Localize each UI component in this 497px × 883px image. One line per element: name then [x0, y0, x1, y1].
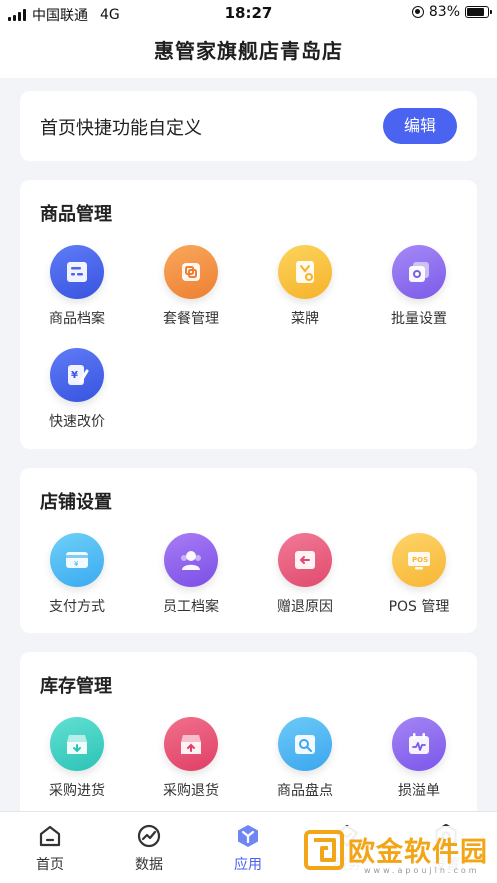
- section-title: 库存管理: [40, 676, 112, 697]
- product-archive-icon: [50, 245, 104, 299]
- app-label: 菜牌: [291, 311, 319, 327]
- app-batch-settings[interactable]: 批量设置: [362, 245, 476, 328]
- staff-icon: [164, 533, 218, 587]
- app-quick-price[interactable]: ¥ 快速改价: [20, 348, 134, 431]
- quick-price-icon: ¥: [50, 348, 104, 402]
- svg-text:¥: ¥: [74, 560, 79, 568]
- app-label: 商品档案: [49, 311, 105, 327]
- svg-text:POS: POS: [412, 556, 428, 564]
- section-product-management: 商品管理 商品档案 套餐管理 菜牌 批量设置 ¥ 快速改价: [20, 180, 477, 449]
- loss-gain-icon: [392, 717, 446, 771]
- stocktake-icon: [278, 717, 332, 771]
- app-return-reason[interactable]: 赠退原因: [248, 533, 362, 616]
- app-purchase-return[interactable]: 采购退货: [134, 717, 248, 800]
- section-inventory-management: 库存管理 采购进货 采购退货 商品盘点 损溢单: [20, 652, 477, 827]
- tab-apps[interactable]: 应用: [198, 822, 298, 874]
- tab-label: 数据: [135, 857, 163, 873]
- app-package-management[interactable]: 套餐管理: [134, 245, 248, 328]
- svg-text:¥: ¥: [71, 370, 78, 381]
- app-stocktake[interactable]: 商品盘点: [248, 717, 362, 800]
- app-label: 损溢单: [398, 783, 440, 799]
- home-icon: [39, 825, 61, 847]
- tab-label: 首页: [36, 857, 64, 873]
- pos-terminal-icon: POS: [392, 533, 446, 587]
- purchase-in-icon: [50, 717, 104, 771]
- app-staff-archive[interactable]: 员工档案: [134, 533, 248, 616]
- payment-card-icon: ¥: [50, 533, 104, 587]
- section-store-settings: 店铺设置 ¥ 支付方式 员工档案 赠退原因 POS POS 管理: [20, 468, 477, 633]
- app-label: 采购退货: [163, 783, 219, 799]
- section-title: 店铺设置: [40, 492, 112, 513]
- app-label: POS 管理: [388, 599, 450, 615]
- app-label: 员工档案: [163, 599, 219, 615]
- store-title: 惠管家旗舰店青岛店: [154, 39, 343, 63]
- orientation-lock-icon: [411, 6, 424, 18]
- watermark: 欧金软件园 www.apoujin.com: [298, 826, 494, 880]
- app-label: 采购进货: [49, 783, 105, 799]
- app-menu-board[interactable]: 菜牌: [248, 245, 362, 328]
- app-label: 快速改价: [49, 414, 105, 430]
- data-chart-icon: [137, 824, 161, 848]
- shortcut-title: 首页快捷功能自定义: [40, 118, 202, 139]
- app-label: 赠退原因: [277, 599, 333, 615]
- tab-label: 应用: [234, 857, 262, 873]
- menu-board-icon: [278, 245, 332, 299]
- shortcut-card: 首页快捷功能自定义 编辑: [20, 91, 477, 161]
- status-bar: 中国联通 4G 18:27 83%: [0, 0, 497, 26]
- apps-icon: [238, 825, 258, 847]
- app-loss-gain[interactable]: 损溢单: [362, 717, 476, 800]
- battery-percent: 83%: [428, 4, 460, 20]
- package-icon: [164, 245, 218, 299]
- app-label: 支付方式: [49, 599, 105, 615]
- app-label: 批量设置: [391, 311, 447, 327]
- watermark-brand: 欧金软件园: [348, 837, 488, 868]
- edit-button[interactable]: 编辑: [383, 108, 457, 144]
- app-pos-management[interactable]: POS POS 管理: [362, 533, 476, 616]
- app-label: 商品盘点: [277, 783, 333, 799]
- app-purchase-in[interactable]: 采购进货: [20, 717, 134, 800]
- watermark-logo-icon: [304, 830, 344, 870]
- tab-home[interactable]: 首页: [0, 822, 100, 874]
- nav-bar: 惠管家旗舰店青岛店: [0, 26, 497, 78]
- status-right: 83%: [411, 4, 492, 20]
- watermark-url: www.apoujin.com: [364, 866, 480, 875]
- app-label: 套餐管理: [163, 311, 219, 327]
- purchase-return-icon: [164, 717, 218, 771]
- batch-settings-icon: [392, 245, 446, 299]
- section-title: 商品管理: [40, 204, 112, 225]
- tab-data[interactable]: 数据: [99, 822, 199, 874]
- app-payment-method[interactable]: ¥ 支付方式: [20, 533, 134, 616]
- app-product-archive[interactable]: 商品档案: [20, 245, 134, 328]
- battery-icon: [465, 6, 492, 18]
- return-reason-icon: [278, 533, 332, 587]
